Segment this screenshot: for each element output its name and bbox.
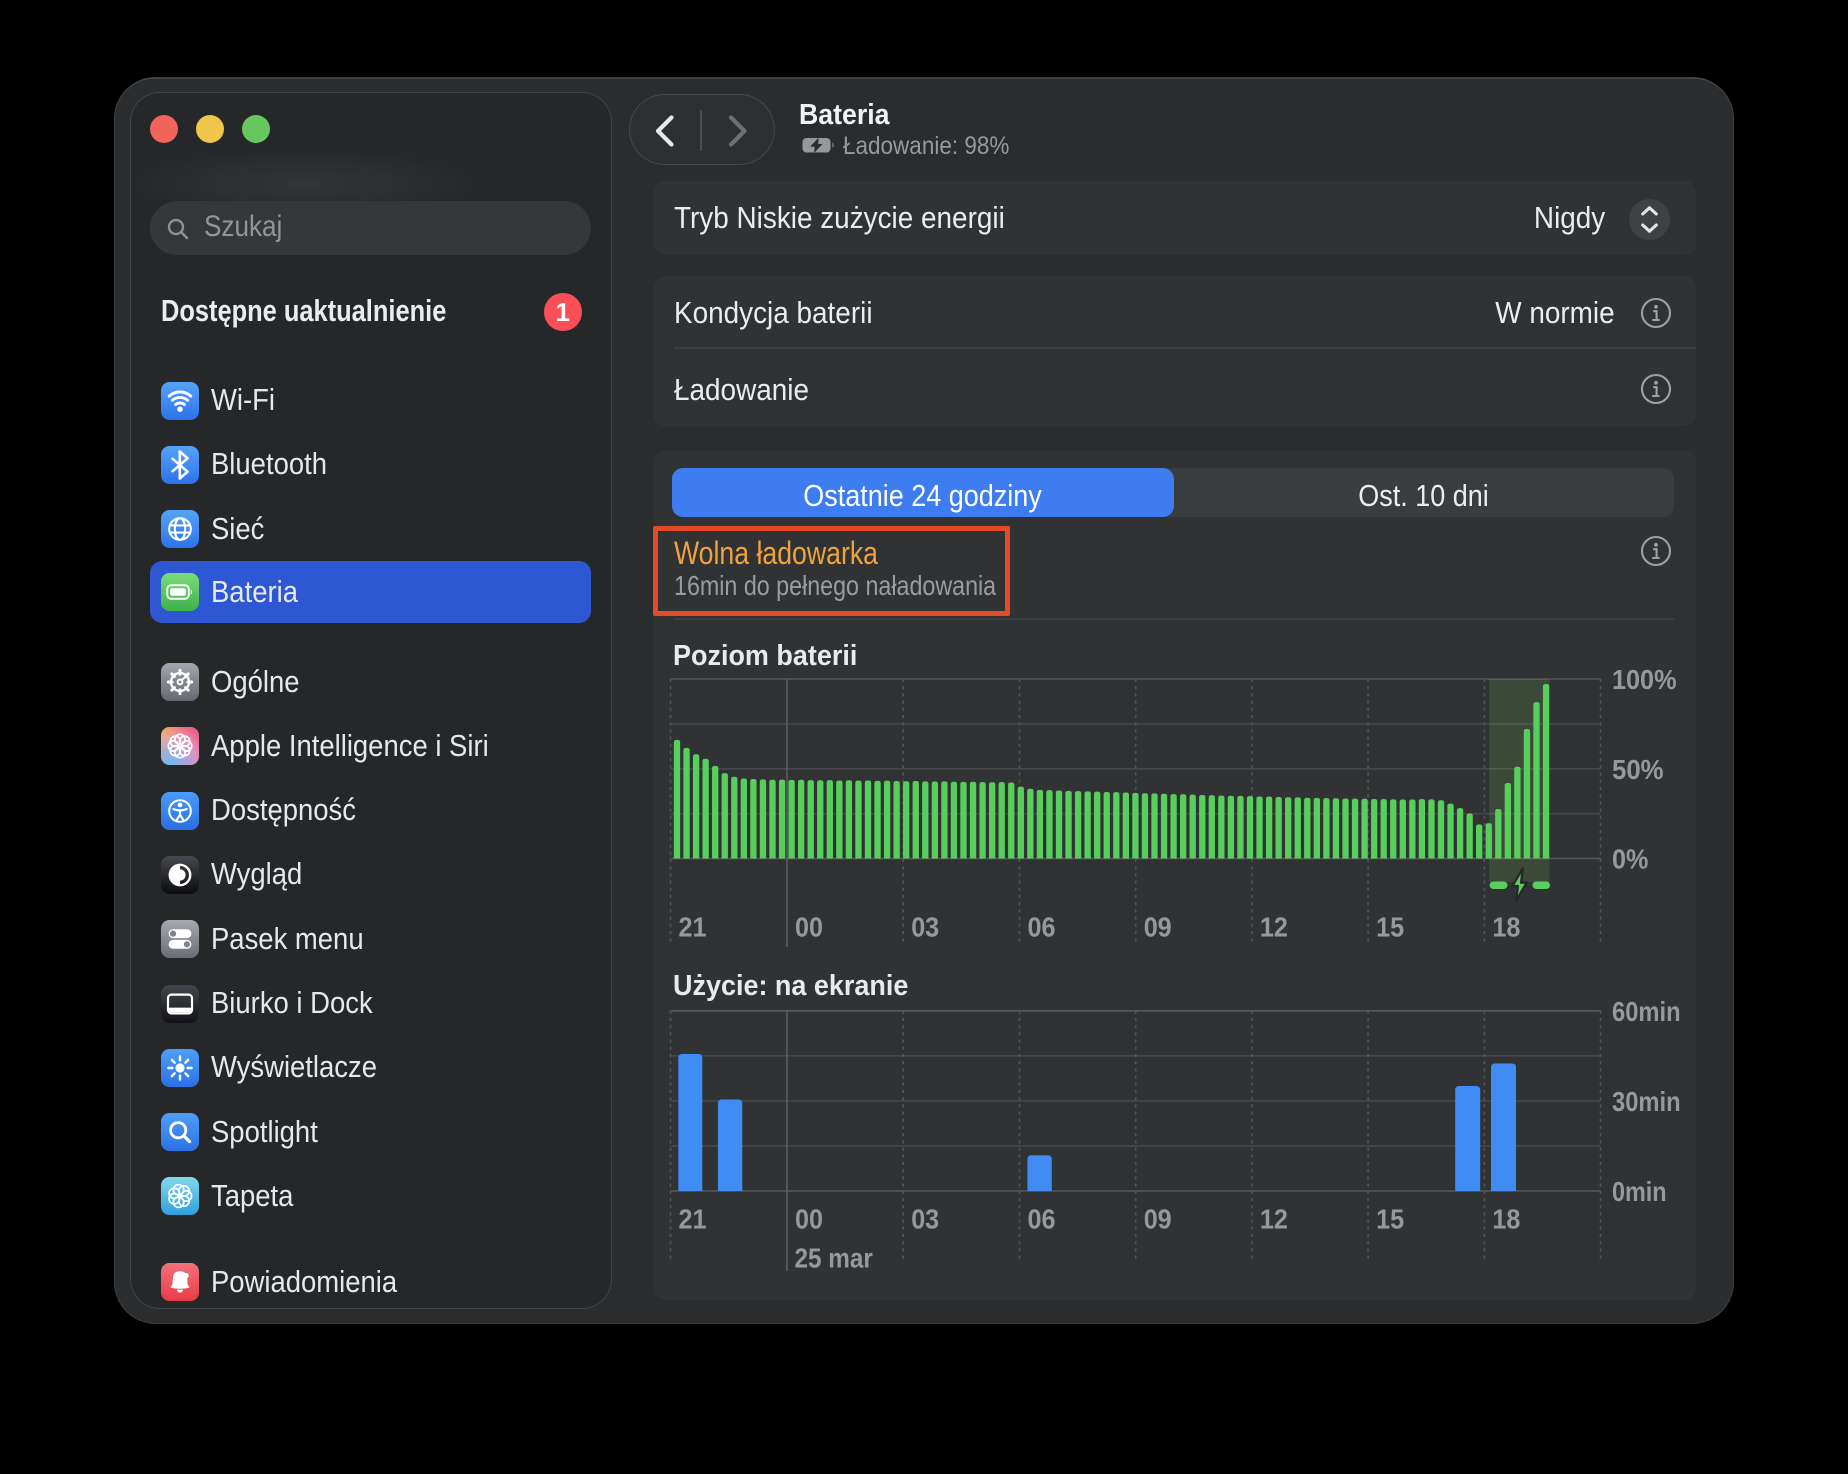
svg-text:100%: 100%	[1612, 664, 1677, 695]
svg-text:21: 21	[679, 1204, 707, 1235]
svg-text:06: 06	[1028, 912, 1056, 943]
svg-text:12: 12	[1260, 912, 1288, 943]
svg-text:0min: 0min	[1612, 1176, 1667, 1207]
svg-text:60min: 60min	[1612, 996, 1681, 1027]
svg-text:00: 00	[795, 1204, 823, 1235]
svg-text:15: 15	[1376, 1204, 1404, 1235]
svg-text:06: 06	[1028, 1204, 1056, 1235]
svg-text:21: 21	[679, 912, 707, 943]
svg-text:09: 09	[1144, 1204, 1172, 1235]
svg-text:18: 18	[1492, 1204, 1520, 1235]
svg-text:50%: 50%	[1612, 754, 1664, 785]
svg-text:0%: 0%	[1612, 844, 1648, 875]
svg-text:15: 15	[1376, 912, 1404, 943]
svg-text:18: 18	[1492, 912, 1520, 943]
svg-text:12: 12	[1260, 1204, 1288, 1235]
svg-text:00: 00	[795, 912, 823, 943]
svg-text:30min: 30min	[1612, 1086, 1681, 1117]
svg-text:03: 03	[911, 1204, 939, 1235]
svg-text:03: 03	[911, 912, 939, 943]
svg-text:09: 09	[1144, 912, 1172, 943]
svg-text:25 mar: 25 mar	[795, 1243, 873, 1274]
